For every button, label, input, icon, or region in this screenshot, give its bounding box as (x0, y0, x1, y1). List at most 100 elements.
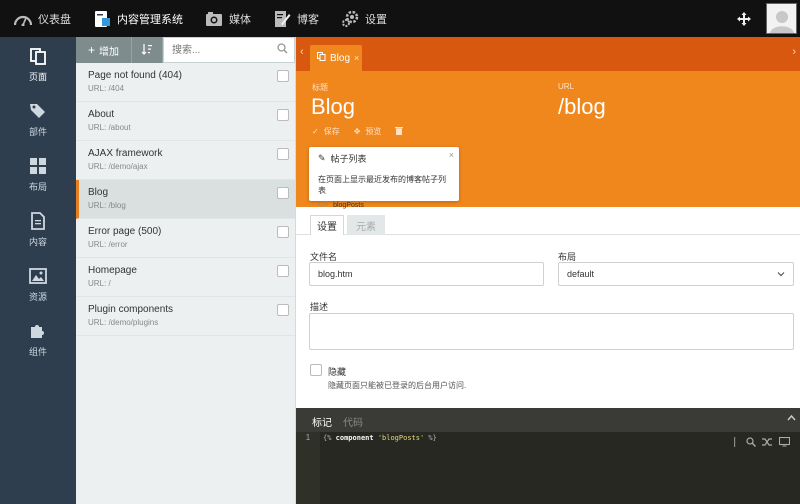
page-url: URL: /404 (88, 84, 125, 93)
page-list-item-selected[interactable]: Blog URL: /blog (76, 180, 295, 219)
hidden-checkbox[interactable] (310, 364, 322, 376)
page-list-item[interactable]: Homepage URL: / (76, 258, 295, 297)
close-tab-icon[interactable]: × (354, 53, 359, 63)
sidebar-item-layouts[interactable]: 布局 (0, 147, 76, 202)
collapse-chevron-icon[interactable] (787, 414, 796, 425)
pages-icon (29, 47, 47, 65)
sidebar-item-label: 部件 (28, 126, 47, 137)
code-open-tag: {% (323, 434, 332, 442)
page-list-item[interactable]: Error page (500) URL: /error (76, 219, 295, 258)
sidebar-item-components[interactable]: 组件 (0, 312, 76, 367)
chevron-down-icon (777, 270, 785, 280)
topnav-item-cms[interactable]: 内容管理系统 (93, 10, 183, 28)
tab-code[interactable]: 代码 (343, 414, 363, 429)
tab-scroll-left-icon[interactable]: ‹ (300, 46, 304, 58)
page-title: Page not found (404) (88, 70, 182, 81)
sidebar-item-label: 资源 (28, 291, 47, 302)
page-select-checkbox[interactable] (277, 109, 289, 121)
sidebar-item-label: 内容 (28, 236, 47, 247)
search-input[interactable] (170, 43, 277, 57)
page-list-item[interactable]: Plugin components URL: /demo/plugins (76, 297, 295, 336)
code-editor: 标记 代码 1 {% component 'blogPosts' %} (296, 408, 800, 504)
url-value[interactable]: /blog (558, 94, 606, 120)
page-title: Error page (500) (88, 226, 162, 237)
sort-button[interactable] (132, 37, 163, 63)
sidebar-item-partials[interactable]: 部件 (0, 92, 76, 147)
tab-label: Blog (330, 52, 351, 64)
trash-icon (395, 126, 404, 137)
search-icon[interactable] (746, 436, 756, 450)
filename-input[interactable]: blog.htm (309, 262, 544, 286)
sidebar-item-assets[interactable]: 资源 (0, 257, 76, 312)
user-avatar[interactable] (766, 3, 797, 34)
page-select-checkbox[interactable] (277, 187, 289, 199)
tab-settings[interactable]: 设置 (310, 215, 344, 235)
code-keyword: component (335, 434, 374, 442)
sort-icon (141, 43, 153, 58)
hidden-label: 隐藏 (328, 367, 347, 377)
tooltip-title-row: ✎ 帖子列表 (318, 152, 450, 165)
cursor-marker-icon (734, 436, 740, 450)
title-label: 标题 (312, 83, 328, 92)
page-icon (317, 52, 326, 64)
checkmark-icon: ✓ (312, 127, 319, 136)
tooltip-title: 帖子列表 (330, 154, 367, 164)
topnav-item-blog[interactable]: 博客 (273, 10, 319, 28)
tooltip-description: 在页面上显示最近发布的博客帖子列表 (318, 175, 446, 195)
settings-panel: 设置 元素 文件名 blog.htm 布局 default 描述 隐藏 隐藏页面… (296, 207, 800, 407)
save-button[interactable]: ✓ 保存 (312, 126, 340, 137)
page-list-item[interactable]: About URL: /about (76, 102, 295, 141)
topnav-item-dashboard[interactable]: 仪表盘 (14, 10, 71, 28)
header-actions: ✓ 保存 ✥ 预览 (312, 126, 422, 137)
page-url: URL: /error (88, 240, 128, 249)
pencil-icon: ✎ (318, 153, 326, 163)
sidebar-item-label: 布局 (28, 181, 47, 192)
page-select-checkbox[interactable] (277, 148, 289, 160)
move-arrows-icon[interactable] (736, 11, 752, 27)
line-number-gutter: 1 (296, 432, 320, 504)
description-label: 描述 (310, 302, 329, 312)
tab-scroll-right-icon[interactable]: › (792, 46, 796, 58)
page-select-checkbox[interactable] (277, 70, 289, 82)
preview-button[interactable]: ✥ 预览 (354, 126, 382, 137)
sidebar-item-label: 组件 (28, 346, 47, 357)
add-page-button[interactable]: + 增加 (76, 37, 132, 63)
page-select-checkbox[interactable] (277, 304, 289, 316)
delete-button[interactable] (395, 126, 408, 137)
layout-select[interactable]: default (558, 262, 794, 286)
page-title: About (88, 109, 115, 120)
search-icon[interactable] (277, 43, 288, 57)
sidebar-item-pages[interactable]: 页面 (0, 37, 76, 92)
tab-elements[interactable]: 元素 (347, 215, 385, 235)
page-url: URL: /demo/ajax (88, 162, 148, 171)
page-select-checkbox[interactable] (277, 265, 289, 277)
component-tooltip: ✎ 帖子列表 在页面上显示最近发布的博客帖子列表 </> blogPosts × (309, 147, 459, 209)
description-textarea[interactable] (309, 313, 794, 350)
page-list-item[interactable]: Page not found (404) URL: /404 (76, 63, 295, 102)
title-value[interactable]: Blog (311, 94, 355, 120)
fullscreen-monitor-icon[interactable] (778, 436, 791, 450)
sidebar-item-label: 页面 (28, 71, 47, 82)
page-url: URL: /blog (88, 201, 126, 210)
page-list: Page not found (404) URL: /404 About URL… (76, 63, 295, 336)
page-title: Plugin components (88, 304, 174, 315)
page-url: URL: /demo/plugins (88, 318, 159, 327)
tab-markup[interactable]: 标记 (312, 414, 332, 429)
close-tooltip-icon[interactable]: × (449, 150, 454, 160)
code-editor-tabs: 标记 代码 (296, 408, 800, 432)
page-list-item[interactable]: AJAX framework URL: /demo/ajax (76, 141, 295, 180)
topnav-item-settings[interactable]: 设置 (341, 10, 387, 28)
code-string: 'blogPosts' (377, 434, 425, 442)
top-navbar: 仪表盘 内容管理系统 媒体 博客 设置 (0, 0, 800, 37)
tab-blog[interactable]: Blog × (310, 45, 362, 71)
code-line[interactable]: {% component 'blogPosts' %} (323, 432, 437, 442)
page-url: URL: /about (88, 123, 131, 132)
cms-sidebar: 页面 部件 布局 内容 资源 组件 (0, 37, 76, 504)
shuffle-replace-icon[interactable] (762, 436, 773, 450)
url-label: URL (558, 82, 575, 91)
page-select-checkbox[interactable] (277, 226, 289, 238)
topnav-item-media[interactable]: 媒体 (205, 10, 251, 28)
plus-icon: + (87, 43, 95, 57)
editor-tabstrip: ‹ Blog × › (296, 37, 800, 71)
sidebar-item-content[interactable]: 内容 (0, 202, 76, 257)
